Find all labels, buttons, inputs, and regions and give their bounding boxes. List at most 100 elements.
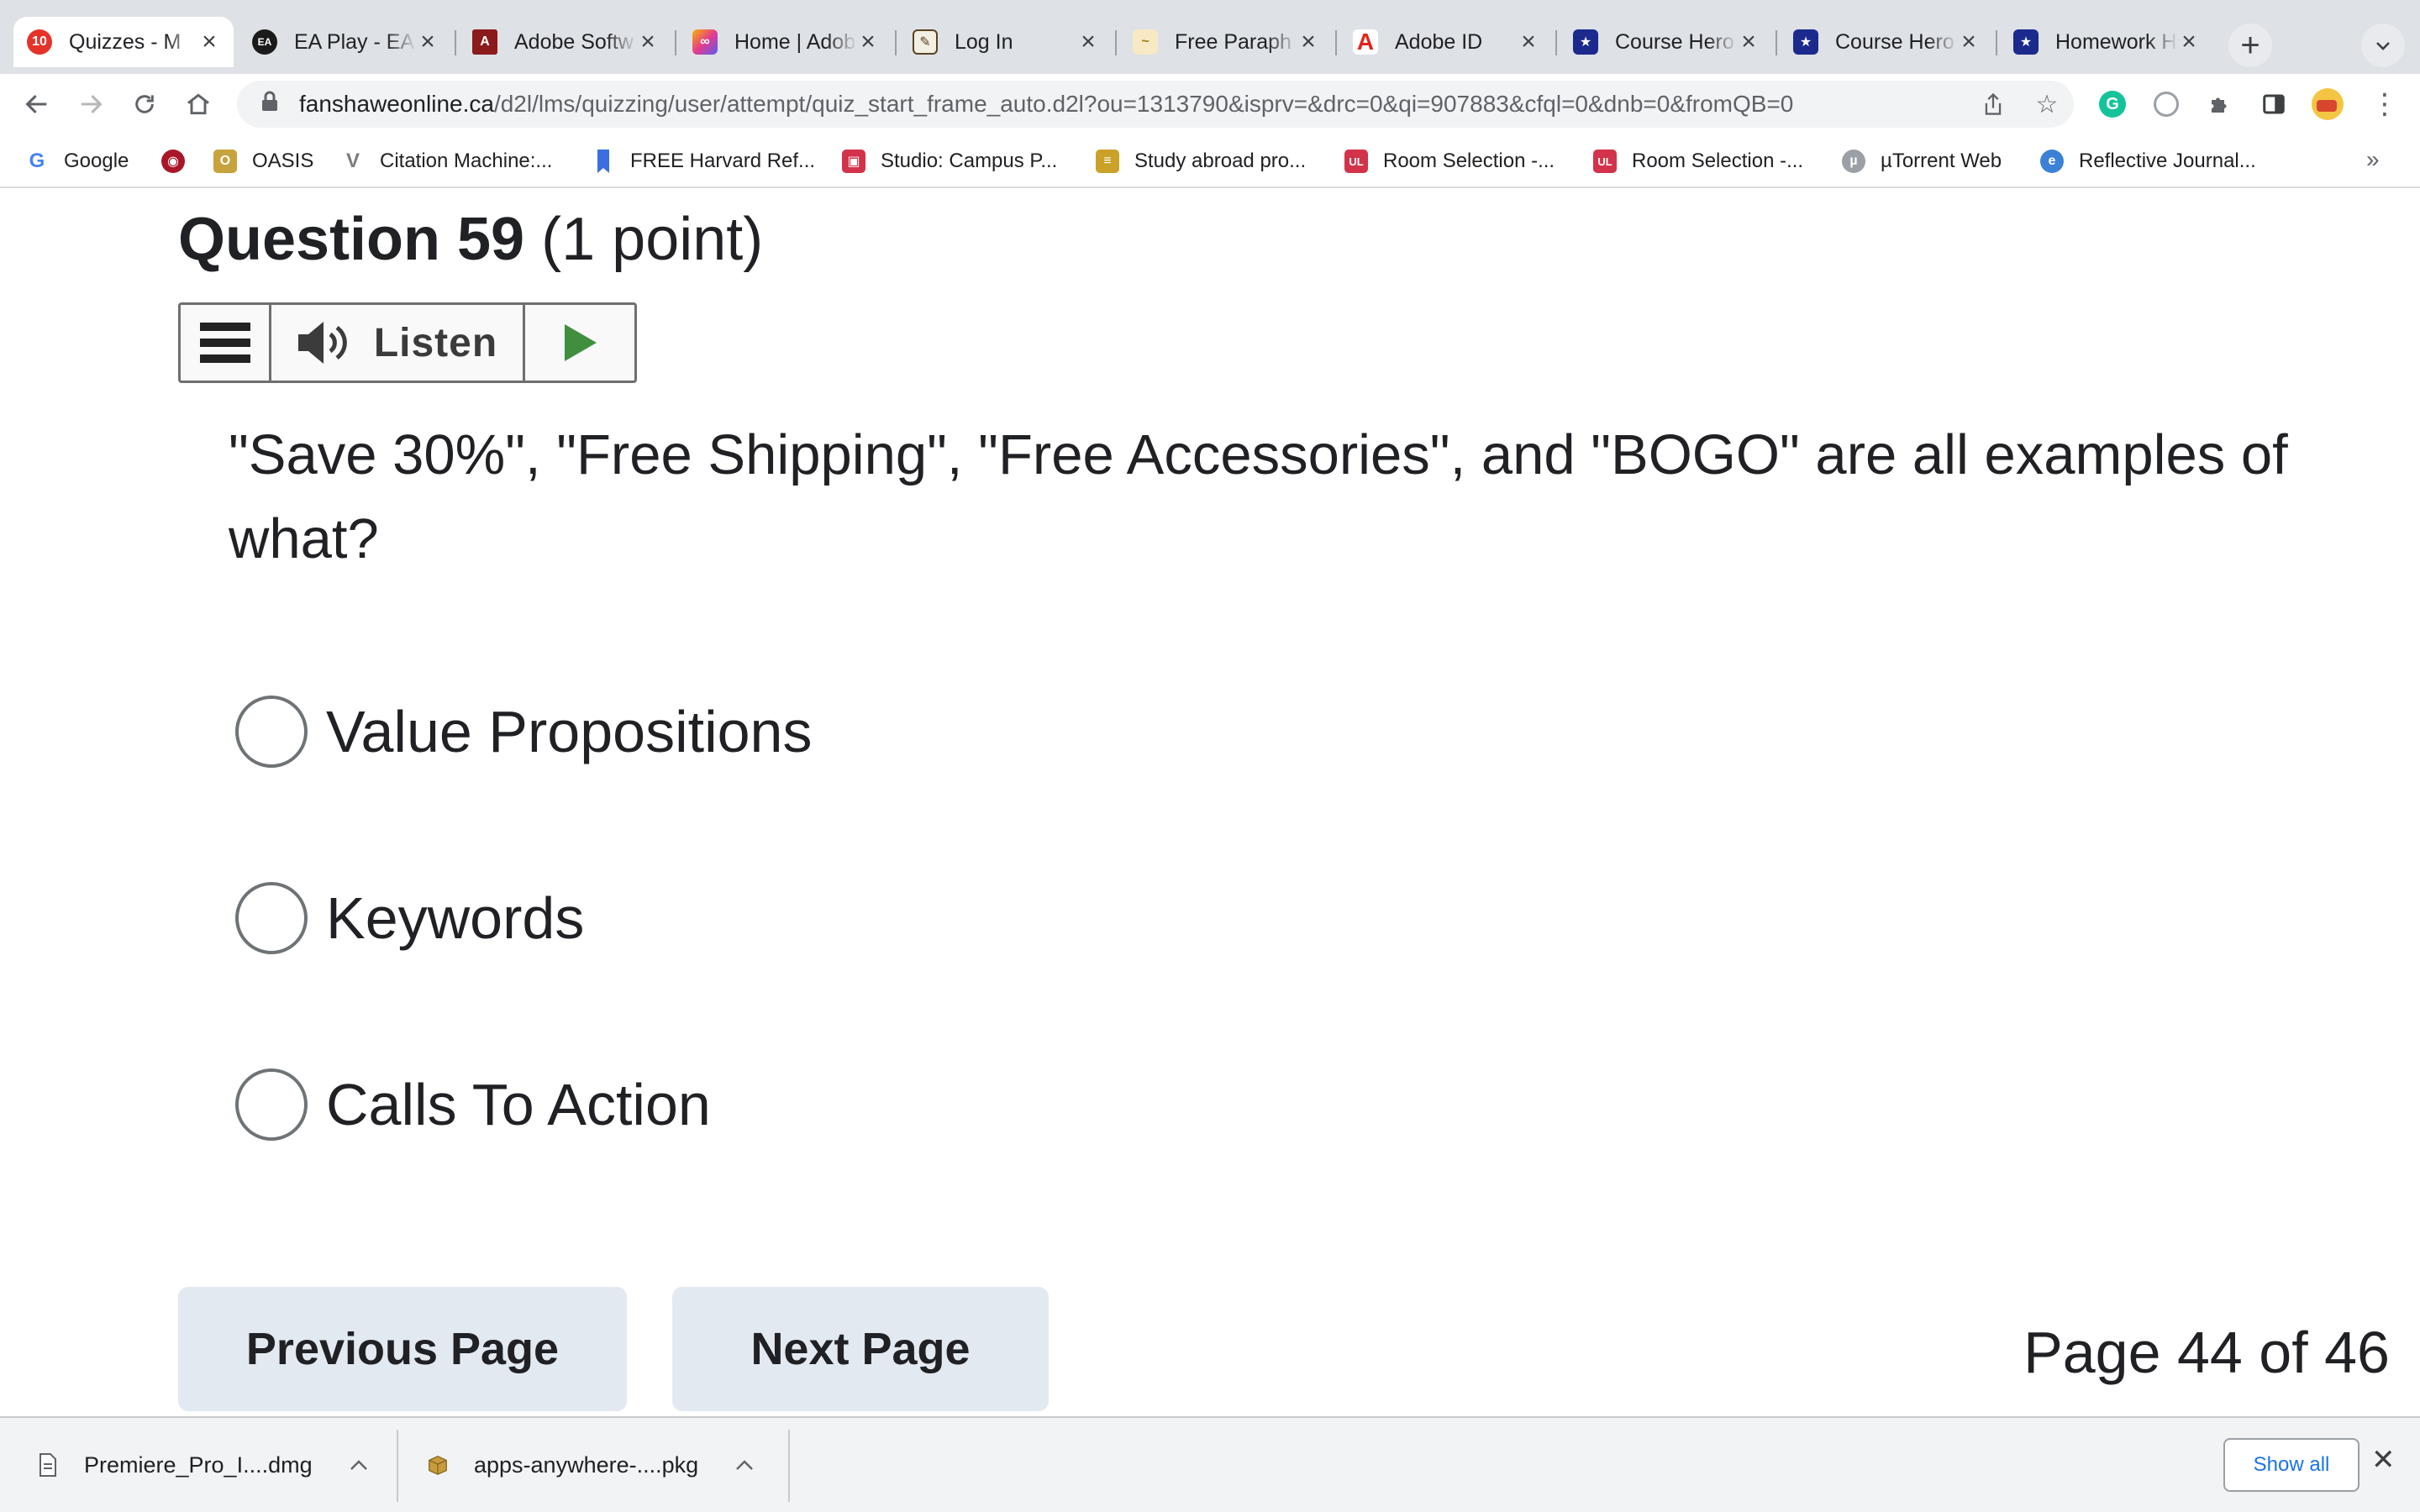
bookmark-study-abroad[interactable]: ≡ Study abroad pro...	[1096, 146, 1306, 176]
radio-button[interactable]	[235, 882, 308, 954]
downloads-shelf: Premiere_Pro_I....dmg apps-anywhere-....…	[0, 1416, 2420, 1512]
chevron-down-icon	[2376, 42, 2390, 50]
tab-homework-help[interactable]: ★ Homework H ×	[2000, 17, 2213, 67]
tab-separator	[1776, 30, 1777, 55]
answer-option-calls-to-action[interactable]: Calls To Action	[235, 1067, 711, 1142]
home-button[interactable]	[176, 82, 220, 126]
tab-home-adobe[interactable]: ∞ Home | Adob ×	[679, 17, 892, 67]
chevron-up-icon[interactable]	[735, 1454, 754, 1476]
extension-circle-icon[interactable]	[2146, 84, 2186, 124]
extensions-puzzle-icon[interactable]	[2200, 84, 2240, 124]
back-button[interactable]	[15, 82, 59, 126]
new-tab-button[interactable]: +	[2228, 24, 2272, 67]
answer-option-value-propositions[interactable]: Value Propositions	[235, 694, 813, 769]
tab-title: Log In	[955, 29, 1013, 54]
close-tab-icon[interactable]: ×	[1297, 28, 1319, 56]
tab-free-paraphrase[interactable]: ~ Free Paraph ×	[1119, 17, 1333, 67]
course-hero-favicon-icon: ★	[2013, 29, 2039, 55]
tab-quizzes[interactable]: 10 Quizzes - M ×	[13, 17, 234, 67]
creative-cloud-favicon-icon: ∞	[692, 29, 718, 55]
bookmark-utorrent[interactable]: µ µTorrent Web	[1842, 146, 2002, 176]
back-arrow-icon	[25, 94, 47, 114]
play-button[interactable]	[525, 305, 634, 381]
grammarly-extension-icon[interactable]: G	[2092, 84, 2133, 124]
course-hero-favicon-icon: ★	[1793, 29, 1818, 55]
answer-label: Calls To Action	[326, 1072, 711, 1137]
bookmark-room-selection-2[interactable]: UL Room Selection -...	[1593, 146, 1803, 176]
tab-strip: 10 Quizzes - M × EA EA Play - EA × A Ado…	[0, 0, 2420, 74]
bookmark-citation-machine[interactable]: V Citation Machine:...	[341, 146, 552, 176]
bookmark-ac-milan[interactable]: ◉	[161, 146, 200, 176]
browser-toolbar: fanshaweonline.ca/d2l/lms/quizzing/user/…	[0, 74, 2420, 134]
close-tab-icon[interactable]: ×	[198, 28, 220, 56]
close-tab-icon[interactable]: ×	[1958, 28, 1980, 56]
close-tab-icon[interactable]: ×	[1518, 28, 1539, 56]
bookmark-label: OASIS	[252, 150, 314, 172]
tab-adobe-software[interactable]: A Adobe Softw ×	[459, 17, 672, 67]
home-icon	[187, 93, 209, 115]
close-tab-icon[interactable]: ×	[417, 28, 439, 56]
question-points: (1 point)	[541, 206, 764, 273]
close-tab-icon[interactable]: ×	[857, 28, 879, 56]
google-icon: G	[25, 150, 49, 173]
tab-adobe-id[interactable]: A Adobe ID ×	[1339, 17, 1553, 67]
bookmark-studio[interactable]: ▣ Studio: Campus P...	[842, 146, 1057, 176]
tab-ea-play[interactable]: EA EA Play - EA ×	[239, 17, 452, 67]
share-icon[interactable]	[1970, 81, 2017, 128]
adobe-id-favicon-icon: A	[1353, 29, 1378, 55]
chevron-up-icon[interactable]	[350, 1454, 368, 1476]
bookmark-room-selection-1[interactable]: UL Room Selection -...	[1344, 146, 1555, 176]
download-item[interactable]: Premiere_Pro_I....dmg	[37, 1418, 368, 1512]
bookmark-star-icon[interactable]: ☆	[2023, 81, 2070, 128]
close-tab-icon[interactable]: ×	[2178, 28, 2200, 56]
tab-search-button[interactable]	[2361, 24, 2405, 67]
next-page-button[interactable]: Next Page	[672, 1287, 1049, 1411]
forward-arrow-icon	[81, 94, 103, 114]
tab-log-in[interactable]: ✎ Log In ×	[899, 17, 1113, 67]
tab-course-hero-1[interactable]: ★ Course Hero ×	[1560, 17, 1773, 67]
download-item[interactable]: apps-anywhere-....pkg	[427, 1418, 754, 1512]
bookmarks-bar: G Google ◉ O OASIS V Citation Machine:..…	[0, 134, 2420, 188]
bookmark-label: Google	[64, 150, 129, 172]
reload-button[interactable]	[123, 82, 166, 126]
browser-menu-icon[interactable]: ⋮	[2365, 84, 2405, 124]
more-bookmarks-button[interactable]: »	[2366, 146, 2380, 173]
bookmark-label: Citation Machine:...	[380, 150, 553, 172]
tab-course-hero-2[interactable]: ★ Course Hero ×	[1780, 17, 1993, 67]
question-heading: Question 59 (1 point)	[178, 205, 763, 274]
radio-button[interactable]	[235, 696, 308, 768]
speaker-icon	[297, 322, 347, 364]
question-text: "Save 30%", "Free Shipping", "Free Acces…	[229, 423, 2288, 570]
reload-icon	[135, 95, 154, 113]
listen-button[interactable]: Listen	[271, 305, 525, 381]
forward-button[interactable]	[69, 82, 113, 126]
profile-avatar[interactable]	[2307, 84, 2348, 124]
close-icon[interactable]: ✕	[2371, 1443, 2396, 1477]
course-hero-favicon-icon: ★	[1573, 29, 1598, 55]
answer-label: Keywords	[326, 885, 585, 951]
tab-title: Course Hero	[1835, 29, 1954, 54]
download-separator	[788, 1430, 790, 1502]
bookmark-free-harvard[interactable]: FREE Harvard Ref...	[592, 146, 815, 176]
bookmark-reflective-journal[interactable]: e Reflective Journal...	[2040, 146, 2256, 176]
side-panel-icon[interactable]	[2254, 84, 2294, 124]
studio-icon: ▣	[842, 150, 865, 173]
answer-option-keywords[interactable]: Keywords	[235, 880, 584, 956]
readspeaker-menu-button[interactable]	[181, 305, 271, 381]
close-tab-icon[interactable]: ×	[1077, 28, 1099, 56]
previous-page-button[interactable]: Previous Page	[178, 1287, 627, 1411]
citation-machine-icon: V	[341, 150, 365, 173]
tab-title: Course Hero	[1615, 29, 1734, 54]
file-icon	[37, 1452, 59, 1478]
address-bar[interactable]: fanshaweonline.ca/d2l/lms/quizzing/user/…	[237, 81, 2074, 128]
url-domain: fanshaweonline.ca	[299, 91, 494, 117]
radio-button[interactable]	[235, 1068, 308, 1141]
bookmark-label: Room Selection -...	[1632, 150, 1804, 172]
close-tab-icon[interactable]: ×	[1738, 28, 1760, 56]
bookmark-oasis[interactable]: O OASIS	[213, 146, 313, 176]
close-tab-icon[interactable]: ×	[637, 28, 659, 56]
show-all-downloads-button[interactable]: Show all	[2223, 1438, 2360, 1492]
bookmark-google[interactable]: G Google	[25, 146, 129, 176]
login-favicon-icon: ✎	[913, 29, 938, 55]
page-indicator: Page 44 of 46	[2023, 1320, 2390, 1385]
